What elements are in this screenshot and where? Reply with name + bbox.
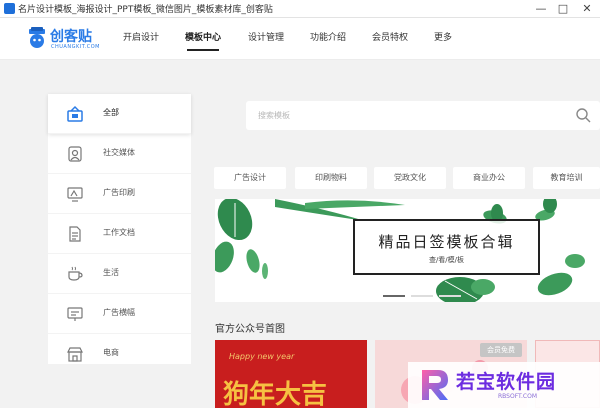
sidebar-item-work-document[interactable]: 工作文档 (48, 214, 191, 254)
sidebar-item-label: 广告横幅 (103, 308, 135, 317)
sidebar-item-life[interactable]: 生活 (48, 254, 191, 294)
ad-print-icon (67, 187, 83, 202)
category-education-training[interactable]: 教育培训 (533, 167, 600, 189)
search-icon[interactable] (575, 107, 591, 123)
ecommerce-shop-icon (67, 347, 83, 362)
nav-start-design[interactable]: 开启设计 (123, 29, 159, 51)
featured-banner[interactable]: 精品日签模板合辑 查/看/模/板 (215, 199, 600, 302)
nav-template-center[interactable]: 模板中心 (185, 29, 221, 51)
category-party-culture[interactable]: 党政文化 (374, 167, 446, 189)
category-print-materials[interactable]: 印刷物料 (295, 167, 367, 189)
nav-more[interactable]: 更多 (434, 29, 452, 51)
search-input[interactable] (258, 108, 538, 123)
category-sidebar: 全部 社交媒体 广告印刷 工作文档 生活 广告横幅 电商 (48, 94, 191, 364)
maximize-button[interactable]: □ (552, 0, 574, 18)
banner-subtitle: 查/看/模/板 (428, 256, 465, 264)
watermark-text: 若宝软件园 (456, 371, 557, 393)
top-nav: 创客贴 CHUANGKIT.COM 开启设计 模板中心 设计管理 功能介绍 会员… (0, 18, 600, 60)
card-greeting: Happy new year (229, 352, 295, 361)
banner-title-frame: 精品日签模板合辑 查/看/模/板 (353, 219, 540, 275)
sidebar-item-label: 社交媒体 (103, 148, 135, 157)
logo[interactable]: 创客贴 CHUANGKIT.COM (26, 23, 100, 55)
banner-title: 精品日签模板合辑 (378, 233, 515, 251)
nav-member-privileges[interactable]: 会员特权 (372, 29, 408, 51)
life-cup-icon (68, 266, 83, 281)
app-window: 名片设计模板_海报设计_PPT模板_微信图片_模板素材库_创客贴 — □ ✕ 创… (0, 0, 600, 408)
minimize-button[interactable]: — (530, 0, 552, 18)
title-bar: 名片设计模板_海报设计_PPT模板_微信图片_模板素材库_创客贴 — □ ✕ (0, 0, 600, 18)
logo-domain: CHUANGKIT.COM (51, 44, 100, 50)
logo-brand: 创客贴 (50, 29, 92, 45)
window-title: 名片设计模板_海报设计_PPT模板_微信图片_模板素材库_创客贴 (18, 5, 273, 15)
carousel-dot[interactable] (411, 295, 433, 297)
sidebar-item-ad-print[interactable]: 广告印刷 (48, 174, 191, 214)
social-media-icon (68, 146, 82, 162)
sidebar-item-label: 生活 (103, 268, 119, 277)
sidebar-item-social-media[interactable]: 社交媒体 (48, 134, 191, 174)
sidebar-item-label: 电商 (103, 348, 119, 357)
work-document-icon (69, 226, 81, 242)
app-icon (4, 3, 15, 14)
watermark-domain: RBSOFT.COM (498, 393, 538, 400)
sidebar-item-ecommerce[interactable]: 电商 (48, 334, 191, 374)
nav-design-manage[interactable]: 设计管理 (248, 29, 284, 51)
search-bar (246, 101, 600, 130)
template-card-new-year[interactable]: Happy new year 狗年大吉 (215, 340, 367, 408)
watermark: 若宝软件园 RBSOFT.COM (408, 362, 600, 408)
category-ad-design[interactable]: 广告设计 (214, 167, 286, 189)
category-business-office[interactable]: 商业办公 (453, 167, 525, 189)
all-templates-icon (67, 105, 83, 122)
ad-banner-icon (67, 307, 83, 321)
section-title: 官方公众号首图 (215, 324, 285, 335)
sidebar-item-label: 工作文档 (103, 228, 135, 237)
sidebar-item-label: 全部 (103, 108, 119, 117)
sidebar-item-all[interactable]: 全部 (48, 94, 191, 134)
close-button[interactable]: ✕ (576, 0, 598, 18)
carousel-dot[interactable] (439, 295, 461, 297)
logo-mascot-icon (29, 27, 45, 48)
sidebar-item-label: 广告印刷 (103, 188, 135, 197)
watermark-logo-icon (422, 370, 448, 400)
member-free-badge: 会员免费 (480, 343, 522, 357)
carousel-dot-active[interactable] (383, 295, 405, 297)
card-headline: 狗年大吉 (223, 380, 328, 408)
sidebar-item-ad-banner[interactable]: 广告横幅 (48, 294, 191, 334)
nav-features[interactable]: 功能介绍 (310, 29, 346, 51)
